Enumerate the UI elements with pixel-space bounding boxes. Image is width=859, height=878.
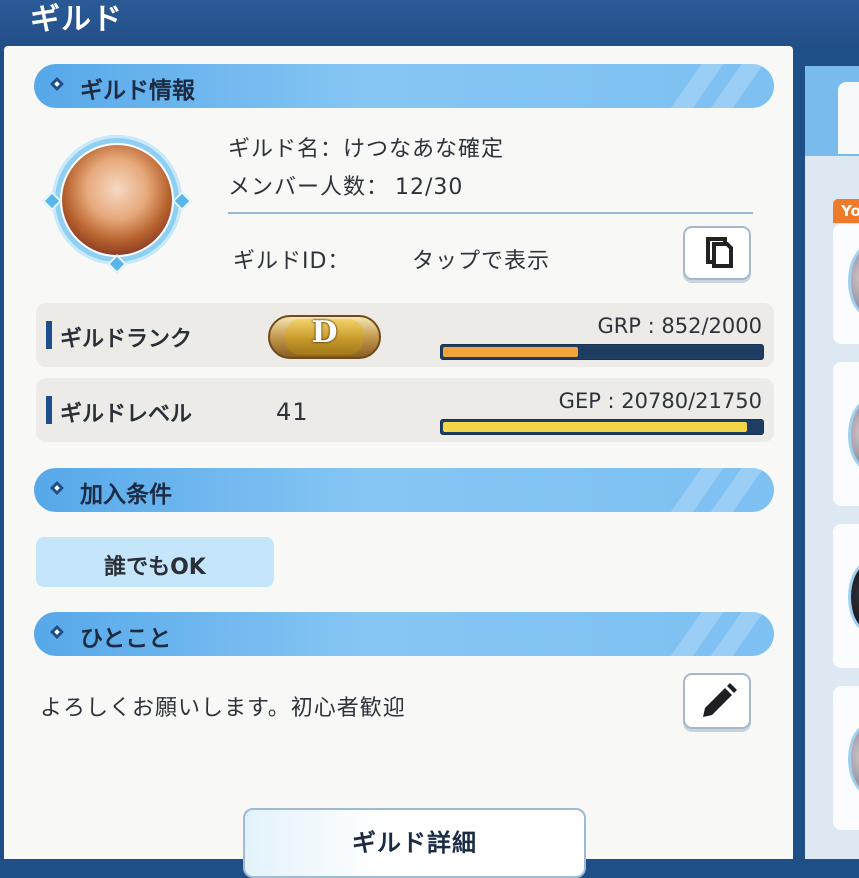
guild-name-label: ギルド名： bbox=[228, 137, 344, 162]
pencil-icon bbox=[703, 683, 737, 717]
rank-letter: D bbox=[311, 315, 338, 350]
guild-level-value: 41 bbox=[276, 398, 309, 426]
section-header-message: ひとこと bbox=[34, 612, 774, 656]
row-marker bbox=[46, 396, 52, 424]
gep-gauge-fill bbox=[443, 422, 747, 432]
diamond-icon bbox=[49, 480, 65, 496]
section-title: ギルド情報 bbox=[80, 78, 195, 104]
section-header-conditions: 加入条件 bbox=[34, 468, 774, 512]
edit-message-button[interactable] bbox=[683, 673, 751, 729]
section-title: ひとこと bbox=[80, 626, 172, 652]
divider bbox=[228, 212, 753, 214]
guild-avatar bbox=[60, 143, 174, 257]
grp-gauge bbox=[440, 344, 764, 360]
diamond-icon bbox=[49, 624, 65, 640]
condition-text: 誰でもOK bbox=[104, 555, 206, 580]
grp-text: GRP : 852/2000 bbox=[597, 314, 762, 338]
member-count-row: メンバー人数： 12/30 bbox=[228, 169, 463, 201]
copy-id-button[interactable] bbox=[683, 226, 751, 280]
grp-gauge-fill bbox=[443, 347, 578, 357]
gep-text: GEP : 20780/21750 bbox=[558, 389, 762, 413]
section-header-info: ギルド情報 bbox=[34, 64, 774, 108]
gep-gauge bbox=[440, 419, 764, 435]
member-count-value: 12/30 bbox=[395, 175, 464, 200]
section-title: 加入条件 bbox=[80, 482, 172, 508]
guild-name-row: ギルド名：けつなあな確定 bbox=[228, 131, 504, 163]
guild-level-label: ギルドレベル bbox=[60, 402, 193, 427]
diamond-icon bbox=[49, 76, 65, 92]
guild-id-label: ギルドID： bbox=[233, 249, 351, 274]
guild-id-reveal[interactable]: タップで表示 bbox=[412, 243, 550, 275]
copy-icon bbox=[706, 237, 733, 268]
member-count-label: メンバー人数： bbox=[228, 175, 390, 200]
page-title: ギルド bbox=[30, 2, 123, 37]
guild-rank-label: ギルドランク bbox=[60, 327, 193, 352]
guild-detail-label: ギルド詳細 bbox=[352, 829, 477, 857]
row-marker bbox=[46, 321, 52, 349]
guild-name-value: けつなあな確定 bbox=[343, 137, 505, 162]
right-panel-badge: Yo bbox=[833, 199, 859, 223]
right-panel-tab[interactable] bbox=[838, 82, 859, 154]
guild-message: よろしくお願いします。初心者歓迎 bbox=[40, 696, 406, 721]
top-header bbox=[0, 0, 859, 46]
